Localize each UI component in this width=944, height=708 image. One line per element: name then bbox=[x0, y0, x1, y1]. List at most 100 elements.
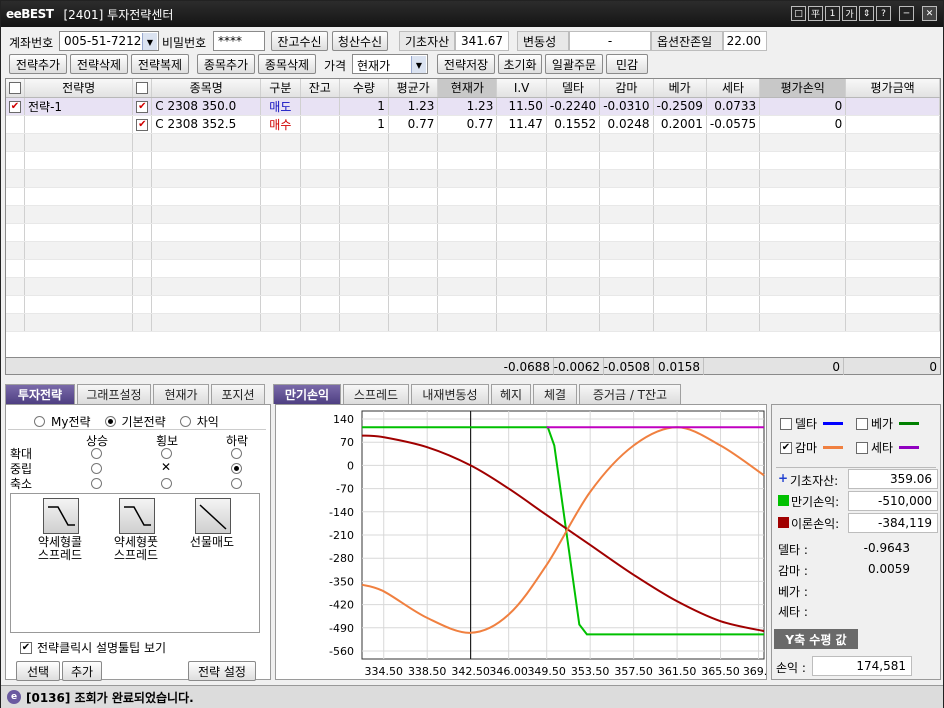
chevron-down-icon[interactable]: ▼ bbox=[142, 33, 157, 50]
tooltip-checkbox[interactable]: ✔ bbox=[20, 641, 32, 654]
legend-vega-checkbox[interactable] bbox=[856, 417, 868, 430]
select-button[interactable]: 선택 bbox=[16, 661, 60, 681]
table-row[interactable]: ✔ C 2308 352.5 매수 1 0.77 0.77 11.47 0.15… bbox=[6, 115, 940, 134]
tab-current-price[interactable]: 현재가 bbox=[153, 384, 209, 404]
add-button[interactable]: 추가 bbox=[62, 661, 102, 681]
copy-strategy-button[interactable]: 전략복제 bbox=[131, 54, 189, 74]
tab-hedge[interactable]: 헤지 bbox=[491, 384, 531, 404]
password-input[interactable]: **** bbox=[213, 31, 265, 51]
strategy-item-futures-sell[interactable]: 선물매도 bbox=[167, 496, 257, 560]
tab-position[interactable]: 포지션 bbox=[211, 384, 265, 404]
item-checkbox[interactable]: ✔ bbox=[132, 97, 153, 116]
radio-neutral-up[interactable] bbox=[91, 463, 102, 474]
row-checkbox[interactable]: ✔ bbox=[6, 97, 25, 116]
tab-fills[interactable]: 체결 bbox=[533, 384, 577, 404]
close-icon[interactable]: ✕ bbox=[922, 6, 937, 21]
legend-theta-checkbox[interactable] bbox=[856, 441, 868, 454]
empty-cell bbox=[437, 169, 498, 188]
tab-expiry-pl[interactable]: 만기손익 bbox=[273, 384, 341, 404]
empty-cell bbox=[845, 133, 940, 152]
add-strategy-button[interactable]: 전략추가 bbox=[9, 54, 67, 74]
reset-button[interactable]: 초기화 bbox=[498, 54, 542, 74]
batch-order-button[interactable]: 일괄주문 bbox=[545, 54, 603, 74]
save-strategy-button[interactable]: 전략저장 bbox=[437, 54, 495, 74]
help-icon[interactable]: ? bbox=[876, 6, 891, 21]
sensitivity-button[interactable]: 민감 bbox=[606, 54, 648, 74]
header-balance[interactable]: 잔고 bbox=[300, 79, 340, 98]
row-checkbox bbox=[6, 115, 25, 134]
item-checkbox[interactable]: ✔ bbox=[132, 115, 153, 134]
radio-my[interactable] bbox=[34, 416, 45, 427]
account-select[interactable]: 005-51-721245 ▼ bbox=[59, 31, 159, 51]
header-side[interactable]: 구분 bbox=[260, 79, 301, 98]
header-delta[interactable]: 델타 bbox=[546, 79, 601, 98]
add-item-button[interactable]: 종목추가 bbox=[197, 54, 255, 74]
radio-shrink-up[interactable] bbox=[91, 478, 102, 489]
delete-item-button[interactable]: 종목삭제 bbox=[258, 54, 316, 74]
table-row[interactable]: ✔ 전략-1 ✔ C 2308 350.0 매도 1 1.23 1.23 11.… bbox=[6, 97, 940, 116]
tab-spread[interactable]: 스프레드 bbox=[343, 384, 409, 404]
minimize-icon[interactable]: ─ bbox=[899, 6, 914, 21]
legend-gamma-checkbox[interactable]: ✔ bbox=[780, 441, 792, 454]
clear-query-button[interactable]: 청산수신 bbox=[332, 31, 388, 51]
y-axis-value-button[interactable]: Y축 수평 값 bbox=[774, 629, 858, 649]
legend-vega[interactable]: 베가 bbox=[856, 415, 920, 432]
radio-shrink-down[interactable] bbox=[231, 478, 242, 489]
radio-expand-up[interactable] bbox=[91, 448, 102, 459]
header-avg-price[interactable]: 평균가 bbox=[388, 79, 439, 98]
chevron-down-icon[interactable]: ▼ bbox=[411, 56, 426, 73]
cell-avg-price: 0.77 bbox=[388, 115, 439, 134]
tab-margin[interactable]: 증거금 / T잔고 bbox=[579, 384, 681, 404]
empty-cell bbox=[388, 313, 439, 332]
header-qty[interactable]: 수량 bbox=[339, 79, 389, 98]
cell-balance bbox=[300, 97, 340, 116]
cell-strategy: 전략-1 bbox=[24, 97, 134, 116]
radio-basic[interactable] bbox=[104, 416, 116, 427]
empty-cell bbox=[24, 169, 134, 188]
header-theta[interactable]: 세타 bbox=[706, 79, 761, 98]
empty-cell bbox=[339, 205, 389, 224]
legend-delta[interactable]: 델타 bbox=[780, 415, 844, 432]
theory-pl-label: 이론손익: bbox=[791, 517, 840, 531]
balance-query-button[interactable]: 잔고수신 bbox=[271, 31, 328, 51]
header-item[interactable]: 종목명 bbox=[151, 79, 262, 98]
delete-strategy-button[interactable]: 전략삭제 bbox=[70, 54, 128, 74]
empty-cell bbox=[496, 133, 547, 152]
tab-implied-vol[interactable]: 내재변동성 bbox=[411, 384, 489, 404]
radio-diff[interactable] bbox=[179, 416, 191, 427]
header-iv[interactable]: I.V bbox=[496, 79, 547, 98]
radio-expand-side[interactable] bbox=[161, 448, 172, 459]
link-icon[interactable]: ⇕ bbox=[859, 6, 874, 21]
screen-number-icon[interactable]: 1 bbox=[825, 6, 840, 21]
strategy-settings-button[interactable]: 전략 설정 bbox=[188, 661, 256, 681]
header-item-check[interactable] bbox=[132, 79, 153, 98]
radio-neutral-down[interactable] bbox=[231, 463, 242, 474]
table-row-empty bbox=[6, 187, 940, 206]
legend-delta-checkbox[interactable] bbox=[780, 417, 792, 430]
radio-shrink-side[interactable] bbox=[161, 478, 172, 489]
tab-strategy[interactable]: 투자전략 bbox=[5, 384, 75, 404]
header-vega[interactable]: 베가 bbox=[653, 79, 707, 98]
empty-cell bbox=[300, 223, 340, 242]
restore-icon[interactable]: □ bbox=[791, 6, 806, 21]
header-gamma[interactable]: 감마 bbox=[599, 79, 654, 98]
pin-icon[interactable]: 平 bbox=[808, 6, 823, 21]
empty-cell bbox=[496, 259, 547, 278]
legend-gamma[interactable]: ✔ 감마 bbox=[780, 439, 844, 456]
radio-expand-down[interactable] bbox=[231, 448, 242, 459]
empty-cell bbox=[260, 223, 301, 242]
header-pl[interactable]: 평가손익 bbox=[759, 79, 847, 98]
price-select[interactable]: 현재가 ▼ bbox=[352, 54, 428, 74]
tab-graph-settings[interactable]: 그래프설정 bbox=[77, 384, 151, 404]
header-strategy[interactable]: 전략명 bbox=[24, 79, 134, 98]
header-select-all[interactable] bbox=[6, 79, 25, 98]
header-amount[interactable]: 평가금액 bbox=[845, 79, 940, 98]
tooltip-option[interactable]: ✔ 전략클릭시 설명툴팁 보기 bbox=[20, 639, 166, 656]
empty-cell bbox=[759, 205, 847, 224]
header-current-price[interactable]: 현재가 bbox=[437, 79, 498, 98]
empty-cell bbox=[339, 169, 389, 188]
font-size-icon[interactable]: 가 bbox=[842, 6, 857, 21]
pl-chart-svg[interactable]: 140 70 0 -70 -140 -210 -280 -350 -420 -490 -560 334… bbox=[276, 405, 774, 679]
table-row-empty bbox=[6, 133, 940, 152]
legend-theta[interactable]: 세타 bbox=[856, 439, 920, 456]
